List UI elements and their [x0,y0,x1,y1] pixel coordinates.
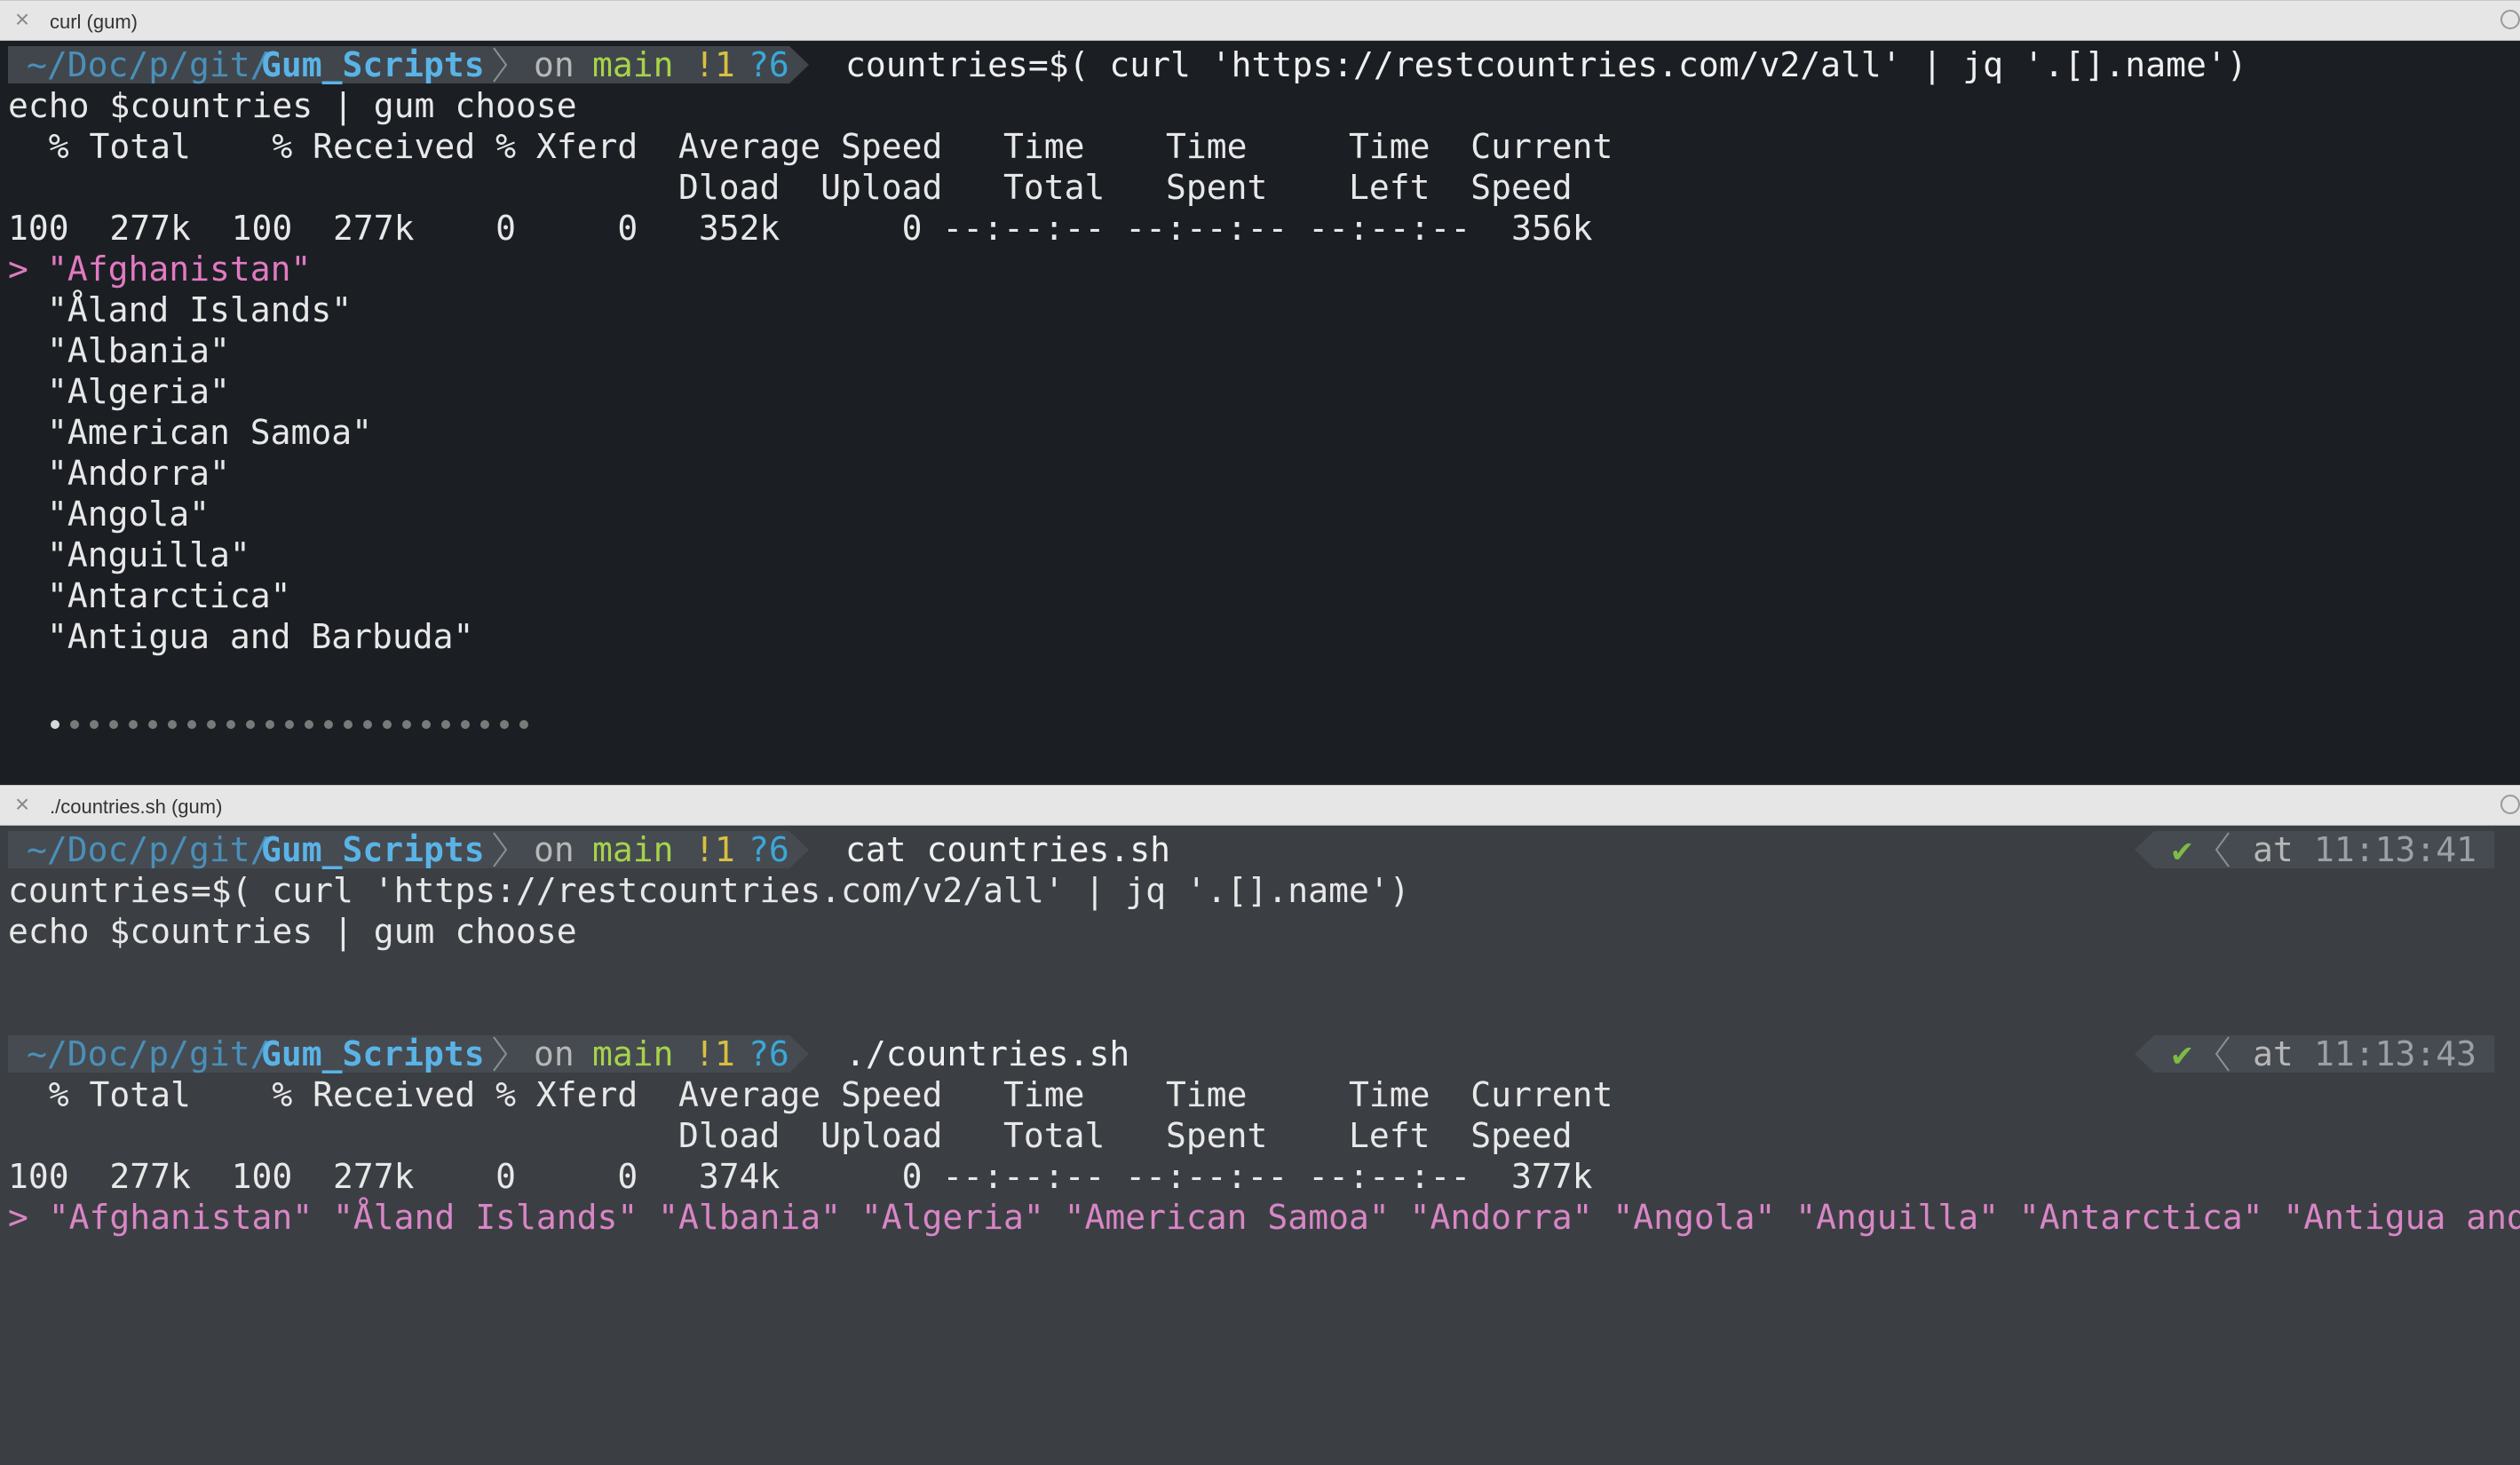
prompt-dir: Gum_Scripts [261,45,485,84]
success-check-icon: ✔ [2172,830,2192,869]
choose-item[interactable]: "American Samoa" [47,412,372,453]
file-line: echo $countries | gum choose [8,912,577,951]
prompt-git-modified: !1 [694,830,735,869]
page-dot [168,720,177,729]
top-pane-title: curl (gum) [50,11,139,33]
success-check-icon: ✔ [2172,1034,2192,1073]
prompt-path: ~/Doc/p/git/ [27,830,271,869]
choose-item[interactable]: "Anguilla" [47,535,250,575]
prompt-branch: main [592,830,674,869]
prompt-branch: main [592,45,674,84]
page-dot [324,720,333,729]
bottom-pane-titlebar: × ./countries.sh (gum) [0,785,2520,826]
page-dot [402,720,411,729]
chevron-left-icon [2215,1036,2230,1072]
curl-header-line: % Total % Received % Xferd Average Speed… [8,127,1613,166]
choose-item[interactable]: "Åland Islands" [47,289,352,330]
rprompt-time: 11:13:41 [2314,830,2477,869]
chevron-right-icon [493,832,508,867]
prompt-arrow [789,831,809,868]
page-dot [519,720,528,729]
prompt-on: on [534,45,575,84]
curl-header-line: Dload Upload Total Spent Left Speed [8,1116,1573,1155]
page-dot [90,720,99,729]
prompt-arrow [789,46,809,83]
chevron-right-icon [493,1036,508,1072]
prompt-git-untracked: ?6 [749,1034,789,1073]
page-dot [187,720,196,729]
bottom-pane-title: ./countries.sh (gum) [50,796,223,818]
page-dot [70,720,79,729]
choose-item[interactable]: "Algeria" [47,371,230,412]
page-dot [441,720,450,729]
close-tab-icon[interactable]: × [11,7,34,32]
prompt-dir: Gum_Scripts [261,830,485,869]
prompt-path: ~/Doc/p/git/ [27,45,271,84]
page-dot [226,720,235,729]
page-dot [500,720,509,729]
choose-item[interactable]: "Antigua and Barbuda" [47,616,473,657]
prompt-branch: main [592,1034,674,1073]
rprompt-at: at [2253,830,2294,869]
prompt-git-modified: !1 [694,45,735,84]
prompt-command: countries=$( curl 'https://restcountries… [845,45,2247,84]
page-dot [207,720,216,729]
page-dot [305,720,313,729]
choose-item[interactable]: "Antarctica" [47,575,291,616]
page-dot [129,720,138,729]
page-dot [265,720,274,729]
prompt-git-untracked: ?6 [749,830,789,869]
prompt-command: cat countries.sh [845,830,1171,869]
page-dot [461,720,470,729]
choose-cursor: > [8,249,49,289]
output-line: echo $countries | gum choose [8,86,577,125]
prompt-dir: Gum_Scripts [261,1034,485,1073]
rprompt-arrow [2135,831,2154,868]
choose-item-selected[interactable]: "Afghanistan" [47,249,311,289]
top-terminal[interactable]: ~/Doc/p/git/ Gum_Scripts on main !1 ?6 c… [0,41,2520,785]
page-dot [246,720,255,729]
prompt-arrow [789,1035,809,1073]
choose-item[interactable]: "Albania" [47,330,230,371]
page-dot [344,720,353,729]
prompt-git-untracked: ?6 [749,45,789,84]
rprompt-at: at [2253,1034,2294,1073]
chevron-right-icon [493,47,508,83]
choose-item[interactable]: "Angola" [47,494,210,535]
curl-header-line: % Total % Received % Xferd Average Speed… [8,1075,1613,1114]
page-dot [148,720,157,729]
resize-icon[interactable] [2500,10,2520,29]
prompt-on: on [534,1034,575,1073]
page-dot [480,720,489,729]
prompt-git-modified: !1 [694,1034,735,1073]
page-dot [383,720,392,729]
resize-icon[interactable] [2500,795,2520,814]
page-dot [422,720,431,729]
curl-progress-line: 100 277k 100 277k 0 0 374k 0 --:--:-- --… [8,1157,1593,1196]
page-dot [109,720,118,729]
prompt-command: ./countries.sh [845,1034,1130,1073]
choose-single-line[interactable]: > "Afghanistan" "Åland Islands" "Albania… [8,1197,2520,1238]
bottom-terminal[interactable]: ~/Doc/p/git/ Gum_Scripts on main !1 ?6 c… [0,826,2520,1465]
page-dot [363,720,372,729]
curl-header-line: Dload Upload Total Spent Left Speed [8,168,1573,207]
top-pane-titlebar: × curl (gum) [0,0,2520,41]
prompt-path: ~/Doc/p/git/ [27,1034,271,1073]
curl-progress-line: 100 277k 100 277k 0 0 352k 0 --:--:-- --… [8,209,1593,248]
page-dot [51,720,59,729]
rprompt-arrow [2135,1035,2154,1073]
rprompt-time: 11:13:43 [2314,1034,2477,1073]
prompt-on: on [534,830,575,869]
close-tab-icon[interactable]: × [11,792,34,817]
chevron-left-icon [2215,832,2230,867]
page-dot [285,720,294,729]
choose-item[interactable]: "Andorra" [47,453,230,494]
file-line: countries=$( curl 'https://restcountries… [8,871,1410,910]
